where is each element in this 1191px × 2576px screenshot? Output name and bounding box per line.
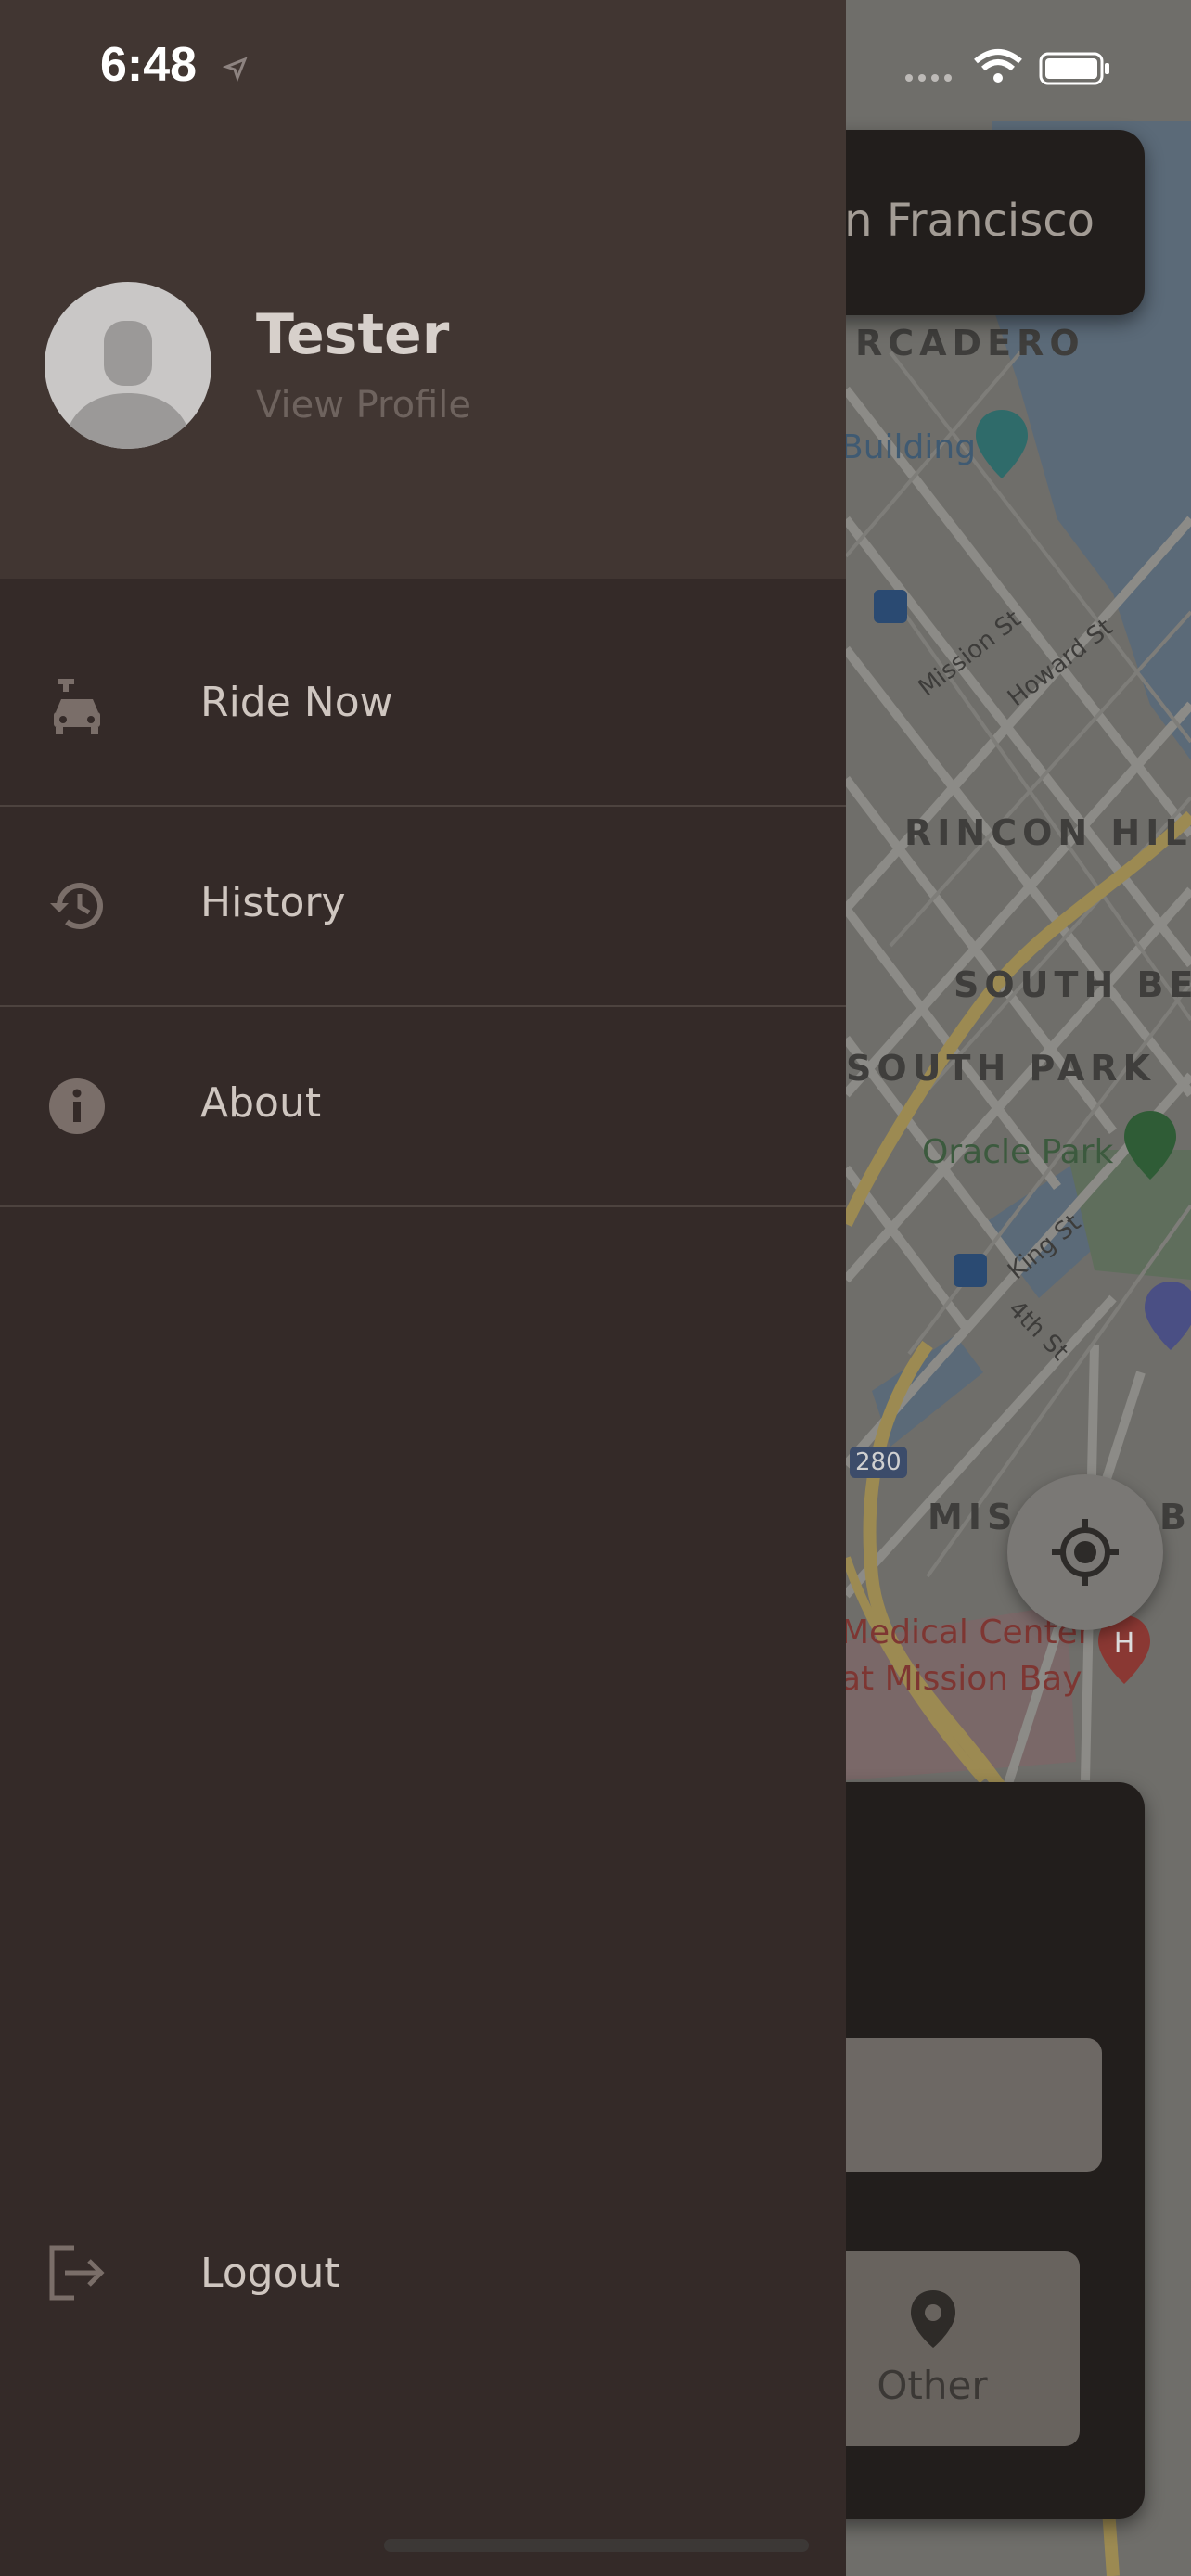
other-location-label: Other [877, 2363, 988, 2408]
user-silhouette-icon [63, 321, 193, 449]
map-poi-label: Building [840, 428, 977, 466]
navigation-drawer: 6:48 Tester View Profile Ride Now Histor… [0, 0, 846, 2576]
car-icon [54, 679, 100, 734]
stadium-pin-icon [1124, 1111, 1176, 1180]
logout-icon [49, 2245, 105, 2301]
transit-icon [874, 590, 907, 623]
history-icon [50, 883, 103, 930]
logout-button[interactable]: Logout [0, 2181, 846, 2366]
status-time: 6:48 [100, 38, 198, 92]
location-pin-icon [911, 2290, 955, 2348]
map-neighborhood-label: RCADERO [855, 323, 1085, 363]
profile-name: Tester [256, 302, 450, 367]
menu-item-label: About [200, 1079, 322, 1127]
logout-label: Logout [200, 2250, 340, 2297]
info-icon [49, 1078, 105, 1134]
parking-pin-icon [1145, 1282, 1191, 1350]
avatar[interactable] [45, 282, 211, 449]
menu-item-about[interactable]: About [0, 1005, 846, 1207]
map-poi-label: Oracle Park [922, 1133, 1114, 1171]
museum-pin-icon [976, 410, 1028, 478]
map-neighborhood-label: SOUTH BE [954, 964, 1191, 1005]
menu-item-label: History [200, 879, 346, 926]
menu-item-ride-now[interactable]: Ride Now [0, 605, 846, 807]
menu-item-history[interactable]: History [0, 805, 846, 1007]
wifi-icon [974, 49, 1022, 83]
svg-text:H: H [1114, 1627, 1135, 1660]
home-indicator [384, 2539, 809, 2552]
my-location-button[interactable] [1007, 1474, 1163, 1630]
map-neighborhood-label: SOUTH PARK [846, 1048, 1156, 1089]
view-profile-link[interactable]: View Profile [256, 384, 471, 427]
transit-icon [954, 1254, 987, 1287]
map-neighborhood-label: MIS [928, 1497, 1018, 1537]
map-poi-label: at Mission Bay [840, 1660, 1082, 1698]
other-location-button[interactable]: Other [816, 2251, 1080, 2446]
location-arrow-icon [223, 57, 248, 82]
crosshair-icon [1052, 1519, 1119, 1586]
drawer-header: 6:48 Tester View Profile [0, 0, 846, 579]
battery-icon [1039, 52, 1109, 85]
signal-icon [905, 74, 952, 82]
map-neighborhood-label: RINCON HIL [904, 812, 1191, 853]
status-indicators [905, 49, 1109, 85]
menu-item-label: Ride Now [200, 679, 393, 726]
freeway-shield: 280 [850, 1447, 907, 1478]
map-neighborhood-label: B [1159, 1497, 1191, 1537]
